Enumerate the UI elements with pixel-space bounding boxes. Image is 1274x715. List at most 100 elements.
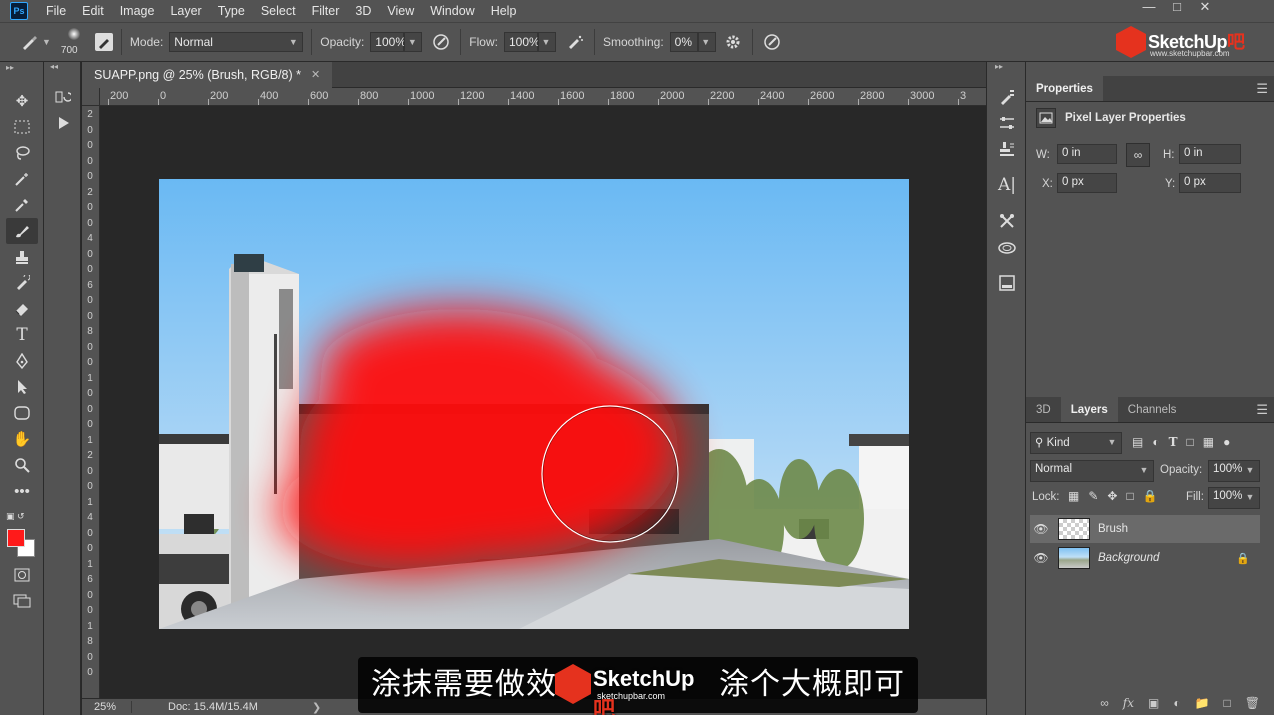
menu-layer[interactable]: Layer bbox=[162, 0, 209, 22]
screen-mode-icon[interactable] bbox=[6, 588, 38, 614]
layer-opacity-input[interactable]: 100% ▼ bbox=[1208, 460, 1260, 482]
filter-pixel-icon[interactable]: ▤ bbox=[1132, 435, 1143, 449]
menu-edit[interactable]: Edit bbox=[74, 0, 112, 22]
gear-icon[interactable] bbox=[722, 31, 744, 53]
blend-mode-select[interactable]: Normal ▼ bbox=[1030, 460, 1154, 482]
layer-row[interactable]: 👁 Brush bbox=[1030, 515, 1260, 543]
brush-settings-icon[interactable] bbox=[991, 84, 1023, 110]
ruler-origin[interactable] bbox=[82, 88, 100, 106]
new-layer-icon[interactable]: □ bbox=[1224, 696, 1231, 710]
mode-select[interactable]: Normal ▼ bbox=[169, 32, 304, 52]
default-colors-icon[interactable]: ▣ ↺ bbox=[6, 511, 25, 522]
pressure-size-icon[interactable] bbox=[761, 31, 783, 53]
x-input[interactable]: 0 px bbox=[1057, 173, 1117, 193]
filter-type-icon[interactable]: T bbox=[1169, 435, 1178, 449]
add-mask-icon[interactable]: ▣ bbox=[1148, 696, 1159, 710]
quick-mask-icon[interactable] bbox=[6, 562, 38, 588]
delete-layer-icon[interactable]: 🗑 bbox=[1245, 696, 1260, 710]
lock-position-icon[interactable]: ✥ bbox=[1107, 489, 1117, 503]
smoothing-slider-toggle[interactable]: ▼ bbox=[697, 32, 716, 52]
history-brush-tool-icon[interactable] bbox=[6, 270, 38, 296]
character-panel-icon[interactable]: A| bbox=[991, 172, 1023, 198]
flow-slider-toggle[interactable]: ▼ bbox=[537, 32, 556, 52]
minimize-icon[interactable]: — bbox=[1140, 0, 1158, 14]
tab-3d[interactable]: 3D bbox=[1026, 397, 1061, 422]
collapse-icon[interactable]: ▸▸ bbox=[0, 62, 43, 76]
lock-transparent-icon[interactable]: ▦ bbox=[1068, 489, 1079, 503]
shape-tool-icon[interactable] bbox=[6, 400, 38, 426]
more-tools-icon[interactable]: ••• bbox=[6, 478, 38, 504]
magic-wand-tool-icon[interactable] bbox=[6, 166, 38, 192]
tab-layers[interactable]: Layers bbox=[1060, 397, 1118, 422]
brush-tool-preset-icon[interactable] bbox=[18, 31, 40, 53]
menu-type[interactable]: Type bbox=[210, 0, 253, 22]
hand-tool-icon[interactable]: ✋ bbox=[6, 426, 38, 452]
stamp-tool-icon[interactable] bbox=[6, 244, 38, 270]
menu-3d[interactable]: 3D bbox=[347, 0, 379, 22]
vertical-ruler[interactable]: 2 0 0 0 0 2 0 0 4 0 0 6 0 0 8 0 0 1 0 0 0 1 2 0 0 1 4 0 0 1 6 0 0 1 8 0 0 bbox=[82, 106, 100, 698]
navigator-icon[interactable] bbox=[991, 270, 1023, 296]
filter-adjustment-icon[interactable]: ◐ bbox=[1152, 435, 1159, 449]
brush-tool-icon[interactable] bbox=[6, 218, 38, 244]
close-icon[interactable]: ✕ bbox=[1196, 0, 1214, 14]
menu-help[interactable]: Help bbox=[483, 0, 525, 22]
fill-input[interactable]: 100% ▼ bbox=[1208, 487, 1260, 509]
collapse-icon[interactable]: ▸▸ bbox=[987, 62, 1025, 76]
lock-image-icon[interactable]: ✎ bbox=[1088, 489, 1098, 503]
move-tool-icon[interactable]: ✥ bbox=[6, 88, 38, 114]
menu-file[interactable]: File bbox=[38, 0, 74, 22]
new-group-icon[interactable]: 📁 bbox=[1195, 696, 1210, 710]
layer-filter-select[interactable]: ⚲ Kind ▼ bbox=[1030, 432, 1122, 454]
libraries-icon[interactable] bbox=[991, 234, 1023, 260]
lasso-tool-icon[interactable] bbox=[6, 140, 38, 166]
lock-artboard-icon[interactable]: □ bbox=[1126, 489, 1133, 503]
opacity-slider-toggle[interactable]: ▼ bbox=[404, 32, 423, 52]
flow-input[interactable]: 100% bbox=[503, 32, 540, 52]
filter-smart-object-icon[interactable]: ▦ bbox=[1203, 435, 1214, 449]
filter-shape-icon[interactable]: □ bbox=[1187, 435, 1194, 449]
menu-image[interactable]: Image bbox=[112, 0, 163, 22]
eraser-tool-icon[interactable] bbox=[6, 296, 38, 322]
adjustments-icon[interactable] bbox=[991, 110, 1023, 136]
type-tool-icon[interactable]: T bbox=[6, 322, 38, 348]
brush-size-preview[interactable]: 700 bbox=[59, 25, 89, 59]
menu-view[interactable]: View bbox=[379, 0, 422, 22]
eye-icon[interactable]: 👁 bbox=[1030, 522, 1052, 536]
document-canvas[interactable] bbox=[159, 179, 909, 629]
foreground-color-swatch[interactable] bbox=[7, 529, 25, 547]
horizontal-ruler[interactable]: 200 0 200 400 600 800 1000 1200 1400 1600 1800 2000… bbox=[100, 88, 986, 106]
preset-dropdown-icon[interactable]: ▼ bbox=[42, 37, 51, 47]
pressure-opacity-icon[interactable] bbox=[430, 31, 452, 53]
chevron-right-icon[interactable]: ❯ bbox=[312, 701, 321, 714]
brush-settings-panel-icon[interactable] bbox=[94, 33, 113, 51]
width-input[interactable]: 0 in bbox=[1057, 144, 1117, 164]
pen-tool-icon[interactable] bbox=[6, 348, 38, 374]
tab-channels[interactable]: Channels bbox=[1118, 397, 1187, 422]
collapse-icon[interactable]: ◂◂ bbox=[44, 62, 80, 76]
layer-style-icon[interactable]: fx bbox=[1123, 696, 1134, 710]
play-action-icon[interactable] bbox=[47, 110, 79, 136]
marquee-tool-icon[interactable] bbox=[6, 114, 38, 140]
smoothing-input[interactable]: 0% bbox=[669, 32, 698, 52]
tool-presets-icon[interactable] bbox=[991, 208, 1023, 234]
path-selection-tool-icon[interactable] bbox=[6, 374, 38, 400]
zoom-level[interactable]: 25% bbox=[82, 701, 132, 713]
menu-window[interactable]: Window bbox=[422, 0, 482, 22]
panel-menu-icon[interactable]: ☰ bbox=[1256, 397, 1268, 423]
y-input[interactable]: 0 px bbox=[1179, 173, 1241, 193]
menu-select[interactable]: Select bbox=[253, 0, 304, 22]
filter-toggle-icon[interactable]: ● bbox=[1223, 435, 1230, 449]
clone-source-icon[interactable] bbox=[991, 136, 1023, 162]
tab-properties[interactable]: Properties bbox=[1026, 76, 1103, 101]
airbrush-icon[interactable] bbox=[564, 31, 586, 53]
zoom-tool-icon[interactable] bbox=[6, 452, 38, 478]
document-tab[interactable]: SUAPP.png @ 25% (Brush, RGB/8) * ✕ bbox=[82, 62, 333, 88]
height-input[interactable]: 0 in bbox=[1179, 144, 1241, 164]
eye-icon[interactable]: 👁 bbox=[1030, 551, 1052, 565]
menu-filter[interactable]: Filter bbox=[304, 0, 348, 22]
lock-all-icon[interactable]: 🔒 bbox=[1143, 489, 1158, 503]
link-dimensions-icon[interactable]: ∞ bbox=[1126, 143, 1150, 167]
adjustment-layer-icon[interactable]: ◐ bbox=[1173, 696, 1180, 710]
link-layers-icon[interactable]: ∞ bbox=[1100, 696, 1109, 710]
maximize-icon[interactable]: □ bbox=[1168, 0, 1186, 14]
